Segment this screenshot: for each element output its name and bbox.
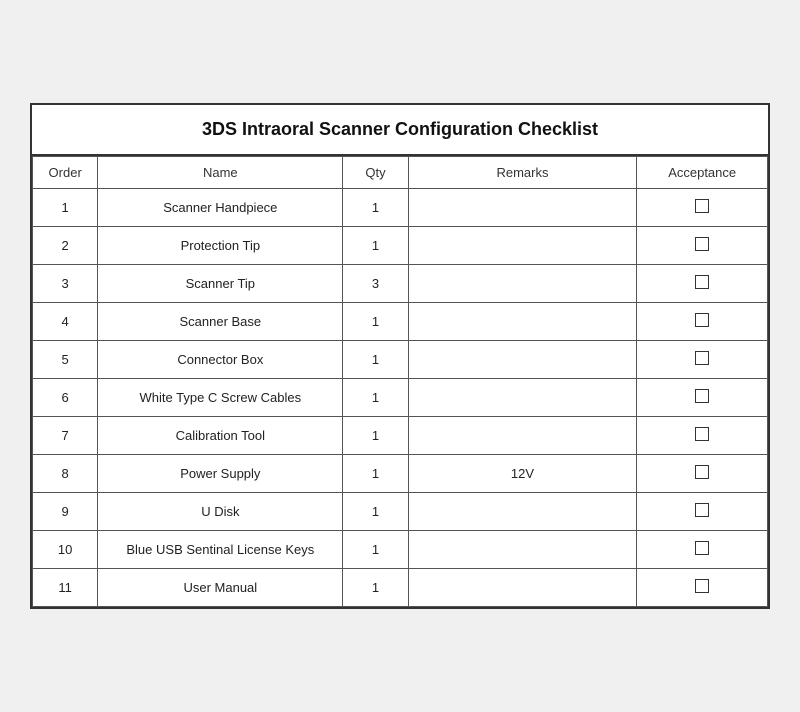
cell-order: 5 — [33, 341, 98, 379]
acceptance-checkbox[interactable] — [695, 275, 709, 289]
cell-acceptance — [637, 455, 768, 493]
cell-acceptance — [637, 189, 768, 227]
checklist-container: 3DS Intraoral Scanner Configuration Chec… — [30, 103, 770, 609]
table-row: 8Power Supply112V — [33, 455, 768, 493]
header-qty: Qty — [343, 157, 408, 189]
cell-acceptance — [637, 379, 768, 417]
acceptance-checkbox[interactable] — [695, 389, 709, 403]
cell-acceptance — [637, 227, 768, 265]
cell-name: Scanner Handpiece — [98, 189, 343, 227]
acceptance-checkbox[interactable] — [695, 237, 709, 251]
cell-order: 11 — [33, 569, 98, 607]
cell-order: 1 — [33, 189, 98, 227]
cell-order: 3 — [33, 265, 98, 303]
table-header-row: Order Name Qty Remarks Acceptance — [33, 157, 768, 189]
table-row: 7Calibration Tool1 — [33, 417, 768, 455]
table-row: 5Connector Box1 — [33, 341, 768, 379]
table-row: 9U Disk1 — [33, 493, 768, 531]
cell-acceptance — [637, 303, 768, 341]
cell-order: 2 — [33, 227, 98, 265]
cell-name: Calibration Tool — [98, 417, 343, 455]
cell-qty: 1 — [343, 569, 408, 607]
cell-order: 9 — [33, 493, 98, 531]
cell-remarks — [408, 189, 637, 227]
cell-remarks — [408, 265, 637, 303]
cell-qty: 1 — [343, 417, 408, 455]
table-row: 11User Manual1 — [33, 569, 768, 607]
cell-remarks: 12V — [408, 455, 637, 493]
checklist-table: Order Name Qty Remarks Acceptance 1Scann… — [32, 156, 768, 607]
cell-order: 10 — [33, 531, 98, 569]
cell-qty: 1 — [343, 493, 408, 531]
header-name: Name — [98, 157, 343, 189]
cell-qty: 1 — [343, 227, 408, 265]
table-row: 3Scanner Tip3 — [33, 265, 768, 303]
acceptance-checkbox[interactable] — [695, 503, 709, 517]
cell-qty: 1 — [343, 341, 408, 379]
cell-order: 6 — [33, 379, 98, 417]
header-remarks: Remarks — [408, 157, 637, 189]
cell-order: 4 — [33, 303, 98, 341]
cell-qty: 1 — [343, 189, 408, 227]
cell-name: Connector Box — [98, 341, 343, 379]
cell-remarks — [408, 303, 637, 341]
acceptance-checkbox[interactable] — [695, 465, 709, 479]
cell-name: Scanner Base — [98, 303, 343, 341]
cell-name: U Disk — [98, 493, 343, 531]
cell-qty: 1 — [343, 531, 408, 569]
table-row: 6White Type C Screw Cables1 — [33, 379, 768, 417]
cell-name: Power Supply — [98, 455, 343, 493]
cell-name: Protection Tip — [98, 227, 343, 265]
table-row: 4Scanner Base1 — [33, 303, 768, 341]
cell-acceptance — [637, 569, 768, 607]
header-order: Order — [33, 157, 98, 189]
acceptance-checkbox[interactable] — [695, 351, 709, 365]
cell-qty: 3 — [343, 265, 408, 303]
cell-remarks — [408, 531, 637, 569]
cell-acceptance — [637, 265, 768, 303]
cell-acceptance — [637, 493, 768, 531]
cell-remarks — [408, 227, 637, 265]
cell-remarks — [408, 341, 637, 379]
table-row: 2Protection Tip1 — [33, 227, 768, 265]
cell-remarks — [408, 493, 637, 531]
cell-qty: 1 — [343, 303, 408, 341]
acceptance-checkbox[interactable] — [695, 313, 709, 327]
cell-qty: 1 — [343, 379, 408, 417]
cell-name: Scanner Tip — [98, 265, 343, 303]
cell-name: White Type C Screw Cables — [98, 379, 343, 417]
acceptance-checkbox[interactable] — [695, 199, 709, 213]
cell-name: Blue USB Sentinal License Keys — [98, 531, 343, 569]
acceptance-checkbox[interactable] — [695, 427, 709, 441]
cell-acceptance — [637, 417, 768, 455]
acceptance-checkbox[interactable] — [695, 541, 709, 555]
cell-order: 8 — [33, 455, 98, 493]
cell-remarks — [408, 417, 637, 455]
checklist-title: 3DS Intraoral Scanner Configuration Chec… — [32, 105, 768, 156]
cell-qty: 1 — [343, 455, 408, 493]
cell-order: 7 — [33, 417, 98, 455]
table-row: 1Scanner Handpiece1 — [33, 189, 768, 227]
header-acceptance: Acceptance — [637, 157, 768, 189]
cell-remarks — [408, 379, 637, 417]
cell-name: User Manual — [98, 569, 343, 607]
acceptance-checkbox[interactable] — [695, 579, 709, 593]
cell-acceptance — [637, 341, 768, 379]
table-row: 10Blue USB Sentinal License Keys1 — [33, 531, 768, 569]
cell-remarks — [408, 569, 637, 607]
cell-acceptance — [637, 531, 768, 569]
